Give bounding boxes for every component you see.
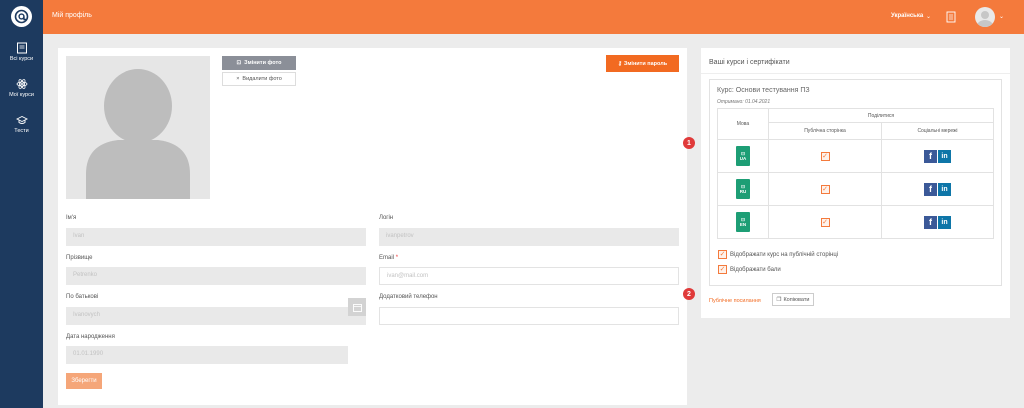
delete-photo-button[interactable]: × Видалити фото (222, 72, 296, 86)
birthdate-label: Дата народження (66, 334, 115, 340)
show-scores-option[interactable]: ✓ Відображати бали (718, 265, 781, 274)
phone-field[interactable] (379, 307, 679, 325)
documents-icon[interactable] (946, 11, 956, 23)
change-password-button[interactable]: ⚷ Змінити пароль (606, 55, 679, 72)
checkbox-checked-icon[interactable]: ✓ (718, 250, 727, 259)
public-link[interactable]: Публічне посилання (709, 298, 761, 304)
sidebar-item-label: Тести (14, 128, 29, 134)
profile-photo (66, 56, 210, 199)
facebook-icon[interactable]: f (924, 182, 937, 196)
public-page-checkbox[interactable]: ✓ (820, 151, 830, 161)
sidebar-item-label: Мої курси (9, 92, 34, 98)
copy-icon: ❐ (776, 296, 782, 303)
course-title: Курс: Основи тестування ПЗ (717, 87, 810, 94)
course-block: Курс: Основи тестування ПЗ Отримано: 01.… (709, 79, 1002, 286)
sidebar-item-all-courses[interactable]: Всі курси (0, 42, 43, 72)
annotation-marker: 1 (683, 137, 695, 149)
column-header-public-page: Публічна сторінка (768, 122, 882, 140)
chevron-down-icon[interactable]: ⌄ (999, 13, 1004, 20)
name-label: Ім'я (66, 215, 77, 221)
chevron-down-icon[interactable]: ⌄ (926, 13, 931, 20)
surname-field[interactable]: Petrenko (66, 267, 366, 285)
course-received-date: Отримано: 01.04.2021 (717, 99, 771, 105)
linkedin-icon[interactable]: in (938, 215, 951, 229)
change-photo-button[interactable]: ⊡ Змінити фото (222, 56, 296, 70)
certificate-table: Мова Поділитися Публічна сторінка Соціал… (717, 108, 994, 239)
patronymic-field[interactable]: Ivanovych (66, 307, 366, 325)
birthdate-field[interactable]: 01.01.1990 (66, 346, 348, 364)
linkedin-icon[interactable]: in (938, 149, 951, 163)
facebook-icon[interactable]: f (924, 215, 937, 229)
copy-button[interactable]: ❐ Копіювати (772, 293, 814, 306)
show-course-public-option[interactable]: ✓ Відображати курс на публічній сторінці (718, 250, 838, 259)
public-page-checkbox[interactable]: ✓ (820, 184, 830, 194)
checkbox-checked-icon[interactable]: ✓ (718, 265, 727, 274)
divider (701, 73, 1010, 74)
facebook-icon[interactable]: f (924, 149, 937, 163)
calendar-icon[interactable] (348, 298, 366, 316)
page-title: Мій профіль (52, 12, 92, 19)
close-icon: × (236, 76, 240, 82)
login-field: ivanpetrov (379, 228, 679, 246)
email-label: Email * (379, 255, 399, 261)
logo-icon[interactable] (11, 6, 32, 27)
certificate-badge-ua[interactable]: ⊡ UA (736, 146, 750, 166)
language-selector[interactable]: Українська (891, 13, 923, 19)
save-button[interactable]: Зберегти (66, 373, 102, 389)
name-field[interactable]: Ivan (66, 228, 366, 246)
column-header-social: Соціальні мережі (881, 122, 994, 140)
linkedin-icon[interactable]: in (938, 182, 951, 196)
profile-card: ⊡ Змінити фото × Видалити фото ⚷ Змінити… (58, 48, 687, 405)
sidebar-item-label: Всі курси (9, 56, 34, 62)
table-row: ⊡ EN ✓ f in (717, 205, 994, 239)
table-row: ⊡ UA ✓ f in (717, 139, 994, 173)
top-bar: Мій профіль Українська ⌄ ⌄ (43, 0, 1024, 34)
table-row: ⊡ RU ✓ f in (717, 172, 994, 206)
sidebar-item-my-courses[interactable]: Мої курси (0, 78, 43, 108)
phone-label: Додатковий телефон (379, 294, 438, 300)
certificate-badge-en[interactable]: ⊡ EN (736, 212, 750, 232)
avatar[interactable] (975, 7, 995, 27)
public-page-checkbox[interactable]: ✓ (820, 217, 830, 227)
key-icon: ⚷ (617, 60, 622, 67)
courses-card: Ваші курси і сертифікати Курс: Основи те… (701, 48, 1010, 318)
graduation-cap-icon (15, 115, 28, 124)
login-label: Логін (379, 215, 394, 221)
surname-label: Прізвище (66, 255, 93, 261)
email-field[interactable]: ivan@mail.com (379, 267, 679, 285)
camera-icon: ⊡ (236, 60, 242, 66)
column-header-share: Поділитися (768, 108, 994, 123)
annotation-marker: 2 (683, 288, 695, 300)
patronymic-label: По батькові (66, 294, 99, 300)
sidebar: Всі курси Мої курси Тести (0, 0, 43, 408)
sidebar-item-tests[interactable]: Тести (0, 114, 43, 144)
certificate-badge-ru[interactable]: ⊡ RU (736, 179, 750, 199)
column-header-language: Мова (717, 108, 769, 140)
book-icon (16, 42, 27, 54)
atom-icon (16, 79, 27, 89)
courses-title: Ваші курси і сертифікати (709, 59, 790, 66)
